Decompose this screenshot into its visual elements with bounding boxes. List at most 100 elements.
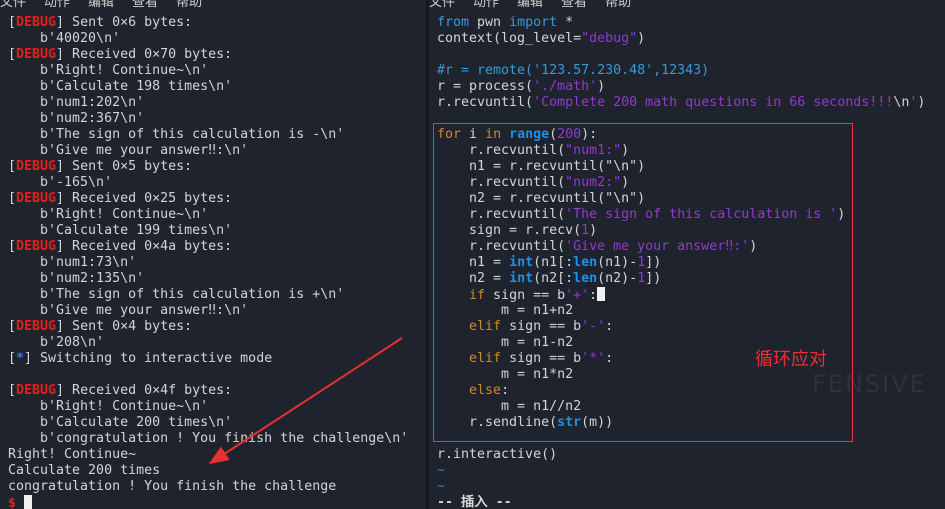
text-line: b'Calculate 198 times\n' — [8, 79, 408, 95]
text-line: b'Calculate 200 times\n' — [8, 415, 408, 431]
text-line: #r = remote('123.57.230.48',12343) — [437, 63, 925, 79]
text-token: b'num2:135\n' — [8, 271, 145, 286]
cursor — [24, 495, 33, 509]
text-token: b'Calculate 198 times\n' — [8, 79, 233, 94]
text-line: [DEBUG] Sent 0×6 bytes: — [8, 15, 408, 31]
text-line: b'congratulation ! You finish the challe… — [8, 431, 408, 447]
text-token: [ — [8, 383, 17, 398]
text-line: Calculate 200 times — [8, 463, 408, 479]
text-token: b'Give me your answer‼:\n' — [8, 143, 249, 158]
text-line: b'208\n' — [8, 335, 408, 351]
text-token: b'The sign of this calculation is +\n' — [8, 287, 345, 302]
text-token: b'congratulation ! You finish the challe… — [8, 431, 409, 446]
text-token: ] Switching to interactive mode — [24, 351, 273, 366]
text-token: [ — [8, 191, 17, 206]
text-token: ] Received 0×70 bytes: — [56, 47, 233, 62]
text-token: r.interactive() — [437, 447, 558, 462]
text-token: * — [557, 15, 574, 30]
menu-item[interactable]: 编辑 — [88, 0, 114, 10]
text-line: b'40020\n' — [8, 31, 408, 47]
text-token: Right! Continue~ — [8, 447, 137, 462]
debug-token: DEBUG — [16, 47, 57, 62]
text-line: $ — [8, 495, 408, 509]
mode-token: -- 插入 -- — [437, 495, 512, 509]
text-token: b'Calculate 200 times\n' — [8, 415, 233, 430]
text-line: [DEBUG] Received 0×4a bytes: — [8, 239, 408, 255]
debug-token: DEBUG — [16, 191, 57, 206]
text-line: b'num2:135\n' — [8, 271, 408, 287]
editor-menu-bar: 文件 动作 编辑 查看 帮助 — [429, 0, 649, 10]
text-token: [ — [8, 159, 17, 174]
str-token: "debug" — [581, 31, 638, 46]
text-line: context(log_level="debug") — [437, 31, 925, 47]
terminal-pane[interactable]: 文件 动作 编辑 查看 帮助 [DEBUG] Sent 0×6 bytes: b'400… — [0, 0, 426, 509]
menu-item[interactable]: 查看 — [132, 0, 158, 10]
debug-token: DEBUG — [16, 159, 57, 174]
debug-token: DEBUG — [16, 383, 57, 398]
highlight-box-loop — [433, 123, 853, 442]
menu-item[interactable]: 帮助 — [605, 0, 631, 10]
debug-token: DEBUG — [16, 15, 57, 30]
text-line: ~ — [437, 479, 925, 495]
prompt-token: $ — [8, 496, 17, 509]
text-line: b'Right! Continue~\n' — [8, 399, 408, 415]
text-line: b'Right! Continue~\n' — [8, 63, 408, 79]
text-line: b'-165\n' — [8, 175, 408, 191]
text-token: [ — [8, 15, 17, 30]
text-line: from pwn import * — [437, 15, 925, 31]
menu-item[interactable]: 动作 — [44, 0, 70, 10]
text-token: b'num2:367\n' — [8, 111, 145, 126]
text-token: ] Sent 0×5 bytes: — [56, 159, 193, 174]
tilde-token: ~ — [437, 479, 446, 494]
text-line: r.recvuntil('Complete 200 math questions… — [437, 95, 925, 111]
text-line: -- 插入 -- — [437, 495, 925, 509]
debug-token: DEBUG — [16, 319, 57, 334]
text-line: [DEBUG] Sent 0×5 bytes: — [8, 159, 408, 175]
tilde-token: ~ — [437, 463, 446, 478]
text-line — [8, 367, 408, 383]
text-token: ] Received 0×4a bytes: — [56, 239, 233, 254]
text-line: r.interactive() — [437, 447, 925, 463]
text-token: ] Received 0×4f bytes: — [56, 383, 233, 398]
text-token: [ — [8, 319, 17, 334]
text-token: r = process( — [437, 79, 534, 94]
menu-item[interactable]: 编辑 — [517, 0, 543, 10]
text-line: Right! Continue~ — [8, 447, 408, 463]
text-line: b'Right! Continue~\n' — [8, 207, 408, 223]
text-line: b'The sign of this calculation is -\n' — [8, 127, 408, 143]
text-line: r = process('./math') — [437, 79, 925, 95]
text-token: pwn — [469, 15, 510, 30]
text-line: b'Give me your answer‼:\n' — [8, 143, 408, 159]
text-token: b'Calculate 199 times\n' — [8, 223, 233, 238]
text-token: b'Right! Continue~\n' — [8, 63, 209, 78]
text-line: [DEBUG] Received 0×4f bytes: — [8, 383, 408, 399]
text-token: b'num1:73\n' — [8, 255, 137, 270]
imp-token: import — [509, 15, 558, 30]
text-line: [*] Switching to interactive mode — [8, 351, 408, 367]
text-token: ] Received 0×25 bytes: — [56, 191, 233, 206]
str-token: './math' — [533, 79, 598, 94]
text-token: congratulation ! You finish the challeng… — [8, 479, 337, 494]
text-token: b'Right! Continue~\n' — [8, 399, 209, 414]
text-token: \n — [893, 95, 910, 110]
text-token: b'Give me your answer‼:\n' — [8, 303, 249, 318]
menu-item[interactable]: 文件 — [429, 0, 455, 10]
str-token: 'Complete 200 math questions in 66 secon… — [533, 95, 894, 110]
text-line: ~ — [437, 463, 925, 479]
menu-item[interactable]: 帮助 — [176, 0, 202, 10]
terminal-output: [DEBUG] Sent 0×6 bytes: b'40020\n' [DEBUG… — [8, 15, 408, 509]
info-token: * — [16, 351, 25, 366]
text-token: b'The sign of this calculation is -\n' — [8, 127, 345, 142]
annotation-label: 循环应对 — [755, 349, 827, 370]
text-token: b'-165\n' — [8, 175, 113, 190]
text-line — [437, 47, 925, 63]
text-token: ] Sent 0×6 bytes: — [56, 15, 193, 30]
menu-item[interactable]: 动作 — [473, 0, 499, 10]
text-token: ) — [917, 95, 926, 110]
text-token: ) — [597, 79, 606, 94]
menu-item[interactable]: 查看 — [561, 0, 587, 10]
menu-item[interactable]: 文件 — [0, 0, 26, 10]
text-line: b'The sign of this calculation is +\n' — [8, 287, 408, 303]
text-token: ) — [637, 31, 646, 46]
